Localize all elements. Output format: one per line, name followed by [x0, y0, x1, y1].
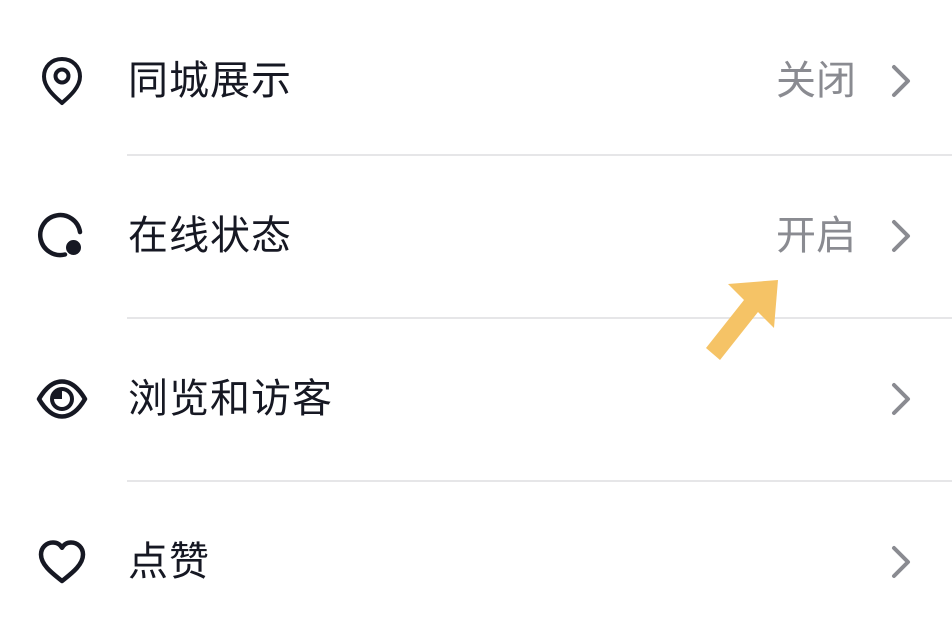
heart-icon	[36, 536, 88, 588]
online-status-icon	[36, 210, 88, 262]
setting-label: 点赞	[128, 539, 210, 585]
setting-label: 在线状态	[128, 213, 292, 259]
setting-row-nearby-display[interactable]: 同城展示 关闭	[0, 0, 952, 162]
setting-row-likes[interactable]: 点赞	[0, 481, 952, 643]
setting-label: 浏览和访客	[128, 376, 333, 422]
setting-value: 关闭	[776, 58, 856, 104]
chevron-right-icon	[886, 542, 916, 582]
setting-row-views-visitors[interactable]: 浏览和访客	[0, 318, 952, 480]
chevron-right-icon	[886, 61, 916, 101]
chevron-right-icon	[886, 216, 916, 256]
settings-list: 同城展示 关闭 在线状态 开启 浏览和访客 点赞	[0, 0, 952, 635]
setting-label: 同城展示	[128, 58, 292, 104]
setting-row-online-status[interactable]: 在线状态 开启	[0, 155, 952, 317]
location-pin-icon	[36, 55, 88, 107]
chevron-right-icon	[886, 379, 916, 419]
eye-icon	[36, 373, 88, 425]
setting-value: 开启	[776, 213, 856, 259]
